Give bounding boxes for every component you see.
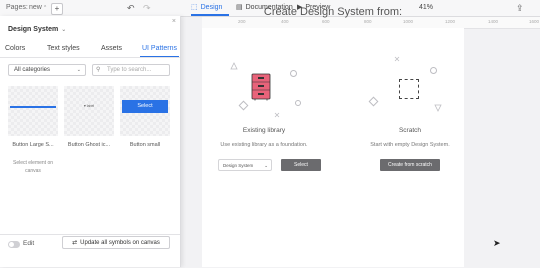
create-from-scratch-button[interactable]: Create from scratch [380,159,440,171]
page-title: Create Design System from: [263,6,403,18]
circle-shape [290,70,297,77]
scratch-subtitle: Start with empty Design System. [370,142,450,148]
chevron-down-icon: ⌄ [76,67,81,73]
tab-colors[interactable]: Colors [5,43,25,57]
add-page-button[interactable]: + [51,3,63,15]
ruler-tick: 400 [281,19,289,24]
scratch-title: Scratch [398,127,422,134]
existing-library-title: Existing library [242,127,286,134]
ruler-tick: 1400 [488,19,499,24]
ruler-tick: 800 [364,19,372,24]
button-ghost-preview: ♥ label [83,104,95,108]
redo-icon[interactable]: ↷ [143,0,151,16]
panel-footer: Edit ⇄ Update all symbols on canvas [0,234,180,268]
dashed-frame-icon [399,79,419,99]
panel-title[interactable]: Design System ⌄ [8,26,66,33]
pattern-thumbnail-button-small[interactable]: Select [120,86,170,136]
ruler-tick: 1000 [403,19,414,24]
ruler-tick: 1600 [529,19,540,24]
ruler-tick: 600 [322,19,330,24]
library-cabinet-icon [251,73,271,101]
update-symbols-button[interactable]: ⇄ Update all symbols on canvas [62,236,170,249]
chevron-down-icon: ⌄ [264,163,268,168]
category-select[interactable]: All categories ⌄ [8,64,86,76]
edit-label: Edit [23,240,35,247]
ruler-tick: 200 [238,19,246,24]
existing-library-subtitle: Use existing library as a foundation. [220,142,308,148]
export-icon[interactable]: ⇪ [516,0,524,16]
tab-assets[interactable]: Assets [101,43,122,57]
design-icon: ⬚ [191,4,198,11]
chevron-down-icon: ⌄ [61,27,67,33]
triangle-shape [230,62,238,70]
panel-tabs: Colors Text styles Assets UI Patterns [0,43,180,58]
circle-shape [295,100,301,106]
search-icon: ⚲ [96,67,101,73]
cross-shape [274,112,280,118]
edit-toggle[interactable] [8,241,20,248]
pages-label: Pages: [6,4,28,11]
mouse-cursor-icon: ➤ [493,238,501,248]
pattern-caption: Button Large S... [12,142,54,148]
search-input[interactable]: ⚲ Type to search... [92,64,170,76]
sync-icon: ⇄ [72,240,78,246]
tab-text-styles[interactable]: Text styles [47,43,80,57]
select-library-button[interactable]: Select [281,159,321,171]
button-large-preview [10,106,56,108]
triangle-shape [434,104,442,112]
pattern-thumbnail-button-ghost[interactable]: ♥ label [64,86,114,136]
tab-ui-patterns[interactable]: UI Patterns [140,43,179,57]
pattern-caption: Button Ghost ic... [67,142,111,148]
undo-icon[interactable]: ↶ [127,0,135,16]
page-selector-chevron-icon[interactable]: ⌃ [43,0,47,16]
page-selector[interactable]: new [29,0,42,16]
ruler-tick: 1200 [445,19,456,24]
pattern-thumbnail-button-large[interactable] [8,86,58,136]
library-select[interactable]: Design System ⌄ [218,159,272,171]
pattern-caption: Button small [129,142,161,148]
close-icon[interactable]: × [172,18,176,25]
circle-shape [430,67,437,74]
button-small-preview: Select [122,100,168,113]
cross-shape [394,56,400,62]
design-system-panel: × Design System ⌄ Colors Text styles Asse… [0,16,181,267]
select-element-hint: Select element on canvas [12,160,54,174]
